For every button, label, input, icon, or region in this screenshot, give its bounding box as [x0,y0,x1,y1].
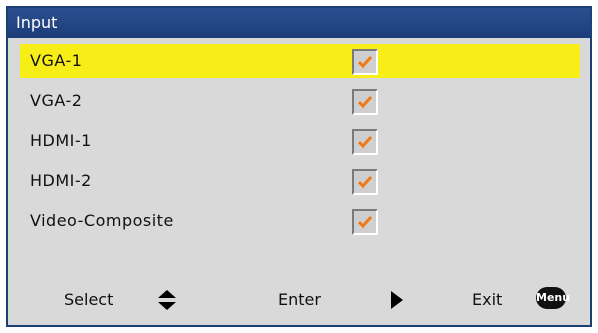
exit-hint-label: Exit [472,290,503,309]
right-triangle-icon [391,291,403,309]
input-label: VGA-1 [30,51,83,70]
select-hint-label: Select [64,290,114,309]
input-label: HDMI-1 [30,131,92,150]
checkmark-icon [357,216,373,229]
input-checkbox[interactable] [352,89,378,115]
up-down-arrows-icon [158,290,176,310]
input-row-vga-2[interactable]: VGA-2 [20,84,580,118]
menu-title: Input [16,13,58,32]
input-checkbox[interactable] [352,209,378,235]
checkmark-icon [357,56,373,69]
input-row-hdmi-2[interactable]: HDMI-2 [20,164,580,198]
input-checkbox[interactable] [352,169,378,195]
input-label: HDMI-2 [30,171,92,190]
input-row-video-composite[interactable]: Video-Composite [20,204,580,238]
input-label: Video-Composite [30,211,174,230]
menu-button-badge: Menu [536,287,570,309]
input-checkbox[interactable] [352,49,378,75]
input-label: VGA-2 [30,91,83,110]
checkmark-icon [357,96,373,109]
checkmark-icon [357,136,373,149]
input-list: VGA-1 VGA-2 HDMI-1 HDMI-2 Video-Composit… [20,44,580,244]
footer-hint-bar: Select Enter Exit Menu [8,281,590,317]
input-menu-panel: Input VGA-1 VGA-2 HDMI-1 HDMI-2 Video-Co… [6,6,592,327]
input-checkbox[interactable] [352,129,378,155]
enter-hint-label: Enter [278,290,321,309]
input-row-hdmi-1[interactable]: HDMI-1 [20,124,580,158]
input-row-vga-1[interactable]: VGA-1 [20,44,580,78]
checkmark-icon [357,176,373,189]
title-bar: Input [8,8,590,38]
